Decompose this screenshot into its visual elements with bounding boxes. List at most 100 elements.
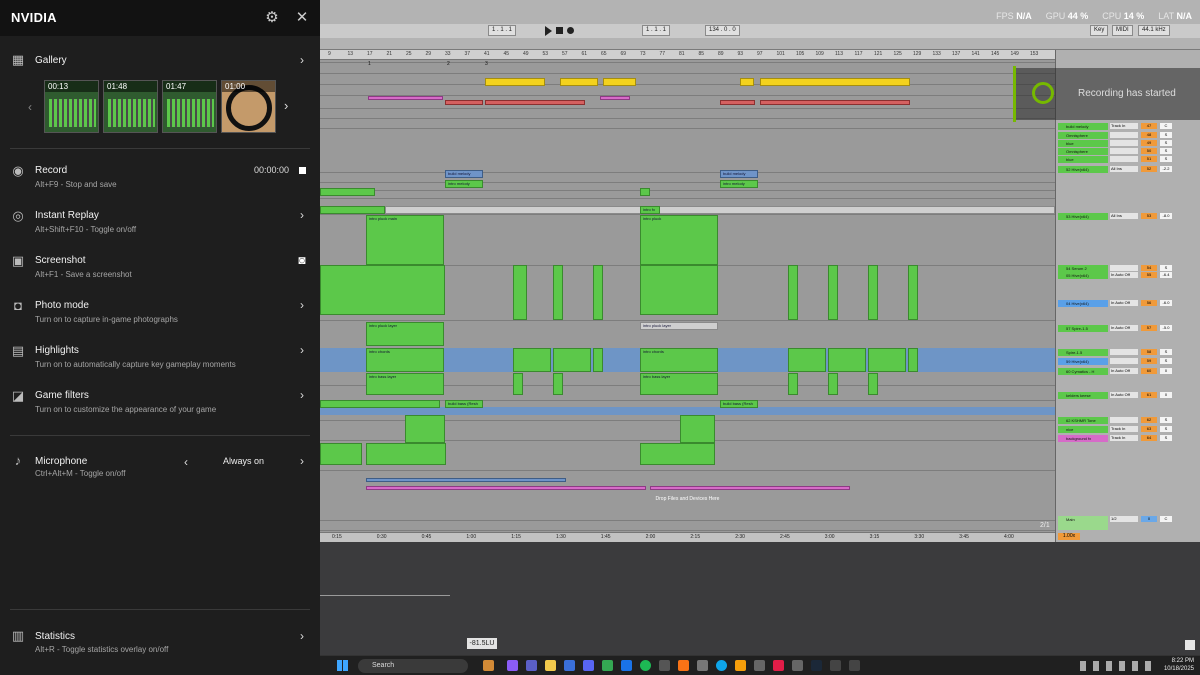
track-lane[interactable] <box>320 198 1055 199</box>
track-name[interactable]: blue <box>1058 156 1108 163</box>
track-volume[interactable]: 60 <box>1141 368 1157 374</box>
clip[interactable] <box>760 78 910 86</box>
app-icon[interactable] <box>621 660 632 671</box>
clip[interactable] <box>485 78 545 86</box>
key-button[interactable]: Key <box>1090 25 1109 36</box>
track-pan[interactable]: S <box>1160 140 1172 146</box>
track-name[interactable]: 05 Hive(x64) <box>1058 272 1108 279</box>
track-lane[interactable] <box>320 62 1055 63</box>
vlc-icon[interactable] <box>735 660 746 671</box>
track-input-select[interactable] <box>1110 349 1138 355</box>
track-name[interactable]: kelders keese <box>1058 392 1108 399</box>
app-icon[interactable] <box>483 660 494 671</box>
mixer-track[interactable]: nice Track In 63 S <box>1058 426 1198 433</box>
track-name[interactable]: build melody <box>1058 123 1108 130</box>
track-name[interactable]: 53 Hive(x64) <box>1058 213 1108 220</box>
track-name[interactable]: 62 KSHMR Tone <box>1058 417 1108 424</box>
instant-replay-label[interactable]: Instant Replay <box>35 210 99 221</box>
firefox-icon[interactable] <box>678 660 689 671</box>
clip[interactable]: intro pluck <box>640 215 718 265</box>
track-lane[interactable] <box>320 190 1055 191</box>
clip[interactable] <box>405 415 445 443</box>
track-volume[interactable]: 55 <box>1141 272 1157 278</box>
track-lane[interactable] <box>320 118 1055 119</box>
track-input-select[interactable] <box>1110 148 1138 154</box>
clip[interactable]: intro bass layer <box>640 373 718 395</box>
clip[interactable]: intro pluck layer <box>640 322 718 330</box>
clip[interactable] <box>513 265 527 320</box>
track-volume[interactable]: 58 <box>1141 349 1157 355</box>
play-icon[interactable] <box>545 26 552 36</box>
gallery-prev-icon[interactable]: ‹ <box>28 100 32 114</box>
clip[interactable] <box>828 265 838 320</box>
mixer-track[interactable]: 57 Spire-1.5 In Auto Off 57 -5.0 <box>1058 325 1198 332</box>
search-box[interactable]: Search <box>358 659 468 673</box>
drop-zone[interactable]: Drop Files and Devices Here <box>320 496 1055 508</box>
track-input-select[interactable]: In Auto Off <box>1110 392 1138 398</box>
track-input-select[interactable] <box>1110 265 1138 271</box>
mixer-track[interactable]: 53 Hive(x64) All Ins 53 -8.0 <box>1058 213 1198 220</box>
track-input-select[interactable]: In Auto Off <box>1110 272 1138 278</box>
track-lane[interactable] <box>320 520 1055 521</box>
microphone-prev-icon[interactable]: ‹ <box>180 455 192 469</box>
locator-marker[interactable]: 2 <box>447 61 450 67</box>
clip[interactable] <box>593 265 603 320</box>
track-name[interactable]: 54 Serum 2 <box>1058 265 1108 272</box>
track-lane[interactable] <box>320 470 1055 471</box>
track-volume[interactable]: 54 <box>1141 265 1157 271</box>
record-label[interactable]: Record <box>35 165 67 176</box>
clip[interactable] <box>760 100 910 105</box>
photo-mode-label[interactable]: Photo mode <box>35 300 89 311</box>
track-pan[interactable]: -5.0 <box>1160 325 1172 331</box>
gallery-thumbnail[interactable]: 00:13 <box>44 80 99 133</box>
clip[interactable]: intro fx <box>640 206 660 214</box>
clip[interactable] <box>640 443 715 465</box>
clip[interactable] <box>740 78 754 86</box>
track-pan[interactable]: S <box>1160 358 1172 364</box>
app-icon[interactable] <box>716 660 727 671</box>
main-track-name[interactable]: Main <box>1058 516 1108 530</box>
mixer-track[interactable]: 52 Hive(x64) All Ins 52 -2.2 <box>1058 166 1198 173</box>
app-icon[interactable] <box>830 660 841 671</box>
track-volume[interactable]: 47 <box>1141 123 1157 129</box>
app-icon[interactable] <box>792 660 803 671</box>
app-icon[interactable] <box>659 660 670 671</box>
clip[interactable] <box>513 373 523 395</box>
track-input-select[interactable]: In Auto Off <box>1110 300 1138 306</box>
main-pan[interactable]: C <box>1160 516 1172 522</box>
track-volume[interactable]: 57 <box>1141 325 1157 331</box>
track-input-select[interactable] <box>1110 140 1138 146</box>
track-lane[interactable] <box>320 530 1055 531</box>
clip[interactable] <box>513 348 551 372</box>
app-icon[interactable] <box>697 660 708 671</box>
mixer-track[interactable]: blue 49 S <box>1058 140 1198 147</box>
track-input-select[interactable]: All Ins <box>1110 213 1138 219</box>
track-name[interactable]: Spire-1.5 <box>1058 349 1108 356</box>
arrangement-view[interactable]: build melody build melody intro melody intr… <box>320 60 1055 561</box>
track-name[interactable]: Omnisphere <box>1058 148 1108 155</box>
track-lane[interactable] <box>320 84 1055 85</box>
mixer-track[interactable]: 05 Hive(x64) In Auto Off 55 -6.4 <box>1058 272 1198 279</box>
clip[interactable] <box>828 373 838 395</box>
track-volume[interactable]: 56 <box>1141 300 1157 306</box>
track-pan[interactable]: S <box>1160 156 1172 162</box>
ableton-icon[interactable] <box>849 660 860 671</box>
highlights-chevron-icon[interactable]: › <box>296 343 308 357</box>
close-icon[interactable]: ✕ <box>292 8 312 28</box>
discord-icon[interactable] <box>583 660 594 671</box>
clip[interactable] <box>788 373 798 395</box>
camera-icon[interactable]: ◙ <box>295 253 309 267</box>
track-name[interactable]: nice <box>1058 426 1108 433</box>
mixer-track[interactable]: background fx Track In 64 S <box>1058 435 1198 442</box>
clip[interactable] <box>868 348 906 372</box>
mixer-track[interactable]: Omnisphere 48 S <box>1058 132 1198 139</box>
track-input-select[interactable]: Track In <box>1110 123 1138 129</box>
clip[interactable] <box>603 78 636 86</box>
statistics-label[interactable]: Statistics <box>35 631 75 642</box>
gallery-thumbnail[interactable]: 01:00 <box>221 80 276 133</box>
track-lane[interactable] <box>320 320 1055 321</box>
clip[interactable]: intro melody <box>720 180 758 188</box>
system-clock[interactable]: 8:22 PM 10/18/2025 <box>1162 657 1194 673</box>
clip[interactable] <box>553 348 591 372</box>
highlights-label[interactable]: Highlights <box>35 345 79 356</box>
